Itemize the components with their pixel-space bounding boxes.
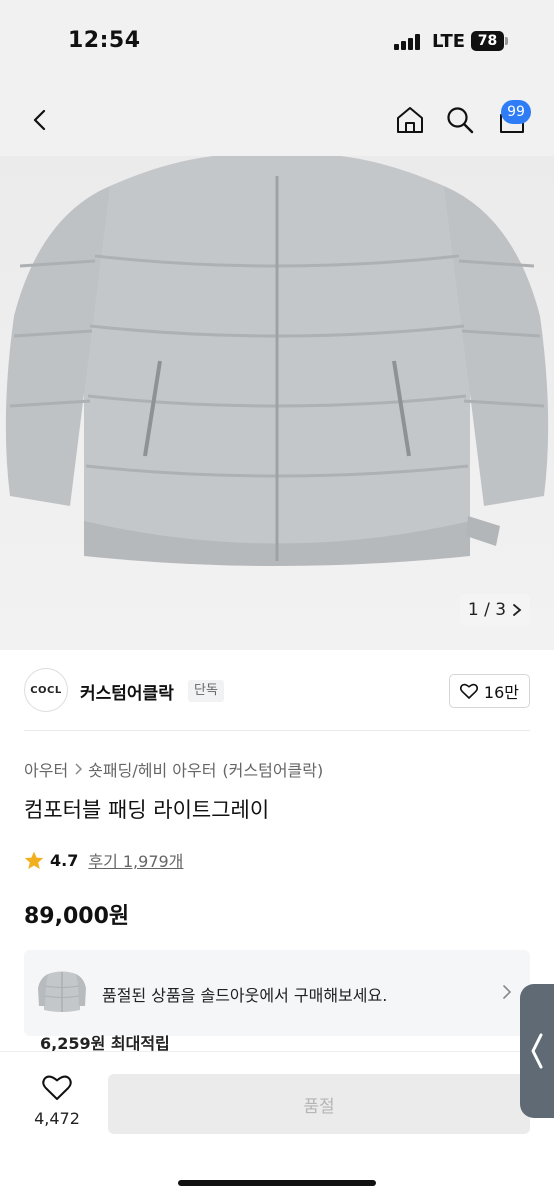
wishlist-count: 4,472 [34, 1109, 80, 1128]
buy-button[interactable]: 품절 [108, 1074, 530, 1134]
back-button[interactable] [20, 100, 60, 140]
search-button[interactable] [440, 100, 480, 140]
wishlist-button[interactable]: 4,472 [24, 1074, 90, 1128]
brand-name[interactable]: 커스텀어클락 [80, 679, 174, 704]
gallery-pager[interactable]: 1 / 3 [460, 594, 530, 626]
battery-tip [505, 37, 508, 45]
breadcrumb-subcategory[interactable]: 숏패딩/헤비 아우터 [88, 757, 216, 781]
heart-icon [42, 1075, 72, 1100]
heart-icon [459, 683, 478, 699]
nav-bar [0, 84, 554, 156]
exclusive-badge: 단독 [188, 680, 224, 702]
breadcrumb-brand[interactable]: (커스텀어클락) [222, 757, 323, 781]
chevron-right-icon [503, 985, 512, 999]
chevron-right-icon [75, 763, 83, 775]
review-count-link[interactable]: 후기 1,979개 [88, 848, 183, 872]
jacket-image [5, 156, 549, 566]
max-reward-points: 6,259원 최대적립 [40, 1034, 170, 1053]
brand-like-button[interactable]: 16만 [448, 674, 530, 708]
pager-text: 1 / 3 [467, 600, 507, 620]
cart-count-badge: 99 [501, 100, 531, 124]
soldout-banner[interactable]: 품절된 상품을 솔드아웃에서 구매해보세요. [24, 950, 530, 1036]
divider [24, 730, 530, 731]
jacket-thumbnail [38, 971, 86, 1012]
signal-icon [394, 34, 422, 50]
chevron-left-icon [33, 109, 46, 131]
battery-icon: 78 [471, 31, 504, 51]
chevron-left-icon [531, 1033, 543, 1069]
product-title: 컴포터블 패딩 라이트그레이 [24, 798, 270, 822]
breadcrumb-category[interactable]: 아우터 [24, 757, 68, 781]
rating-score: 4.7 [50, 850, 79, 870]
product-rating: 4.7 후기 1,979개 [24, 848, 183, 872]
star-icon [24, 851, 44, 869]
side-panel-handle[interactable] [520, 984, 554, 1118]
seller-row: COCL 커스텀어클락 단독 16만 [24, 668, 530, 714]
chevron-right-icon [513, 604, 522, 616]
home-button[interactable] [390, 100, 430, 140]
brand-logo[interactable]: COCL [24, 668, 68, 712]
status-bar: 12:54 LTE 78 [0, 0, 554, 84]
network-label: LTE [432, 31, 466, 52]
breadcrumb: 아우터 숏패딩/헤비 아우터 (커스텀어클락) [24, 757, 323, 781]
brand-like-count: 16만 [483, 683, 519, 702]
product-price: 89,000원 [24, 904, 130, 929]
status-time: 12:54 [68, 28, 141, 53]
home-icon [397, 107, 423, 133]
home-indicator [178, 1180, 376, 1186]
bottom-action-bar: 4,472 품절 [0, 1052, 554, 1200]
search-icon [447, 107, 474, 134]
product-image-gallery[interactable]: 1 / 3 [0, 156, 554, 650]
soldout-banner-text: 품절된 상품을 솔드아웃에서 구매해보세요. [102, 986, 388, 1005]
